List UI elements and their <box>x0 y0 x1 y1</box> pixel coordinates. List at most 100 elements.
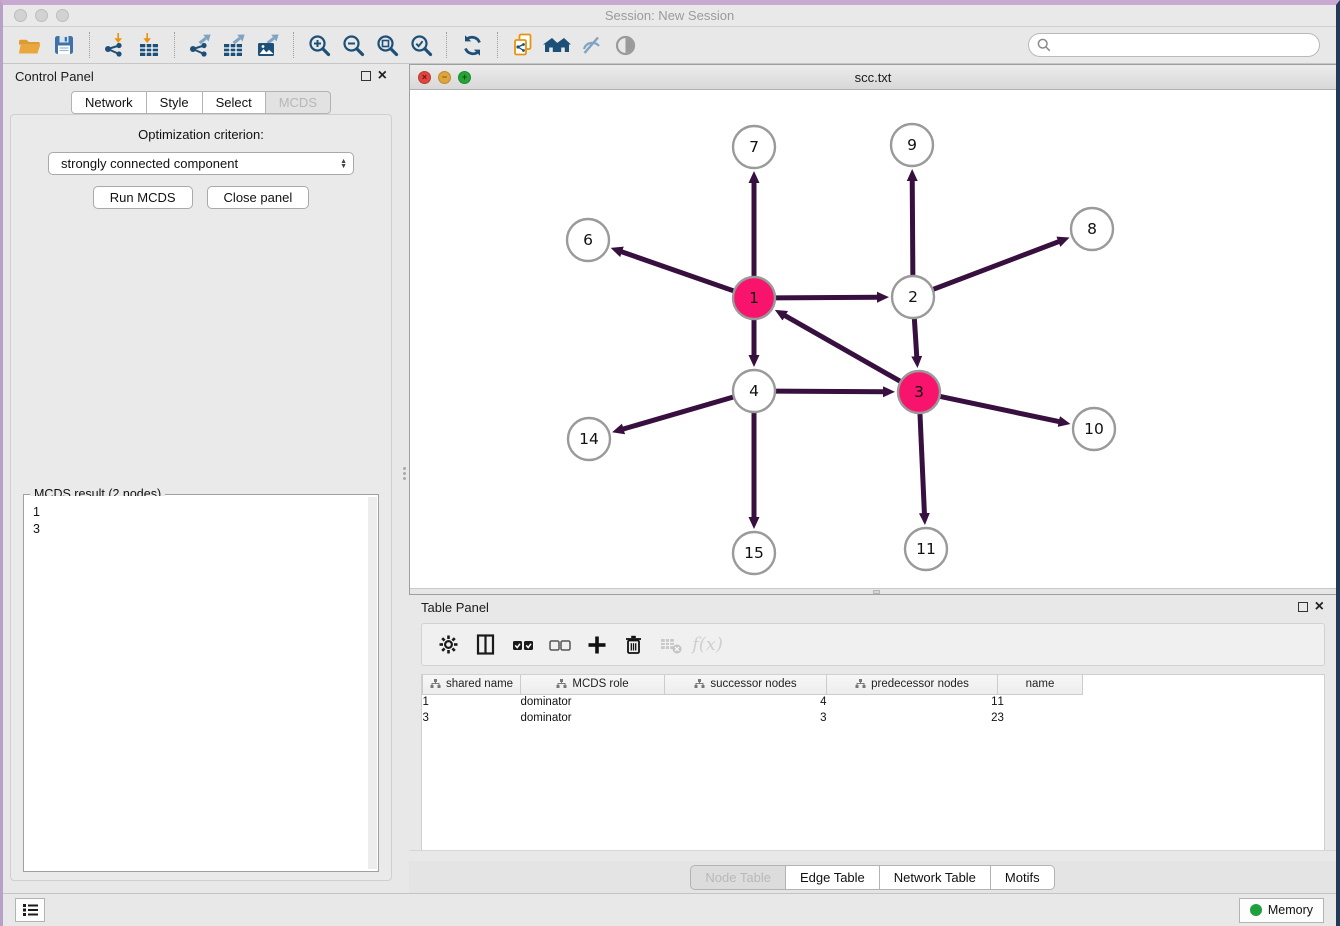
import-network-button[interactable] <box>98 30 132 60</box>
run-mcds-button[interactable]: Run MCDS <box>93 186 193 209</box>
table-cell[interactable]: 3 <box>423 710 521 726</box>
search-input[interactable] <box>1056 38 1311 52</box>
graph-node-7[interactable]: 7 <box>733 126 775 168</box>
graph-edge-3-1[interactable] <box>784 315 901 382</box>
export-table-button[interactable] <box>217 30 251 60</box>
svg-text:3: 3 <box>914 383 924 401</box>
duplicate-network-button[interactable] <box>506 30 540 60</box>
graph-edge-3-11[interactable] <box>920 413 925 515</box>
graph-edge-2-9[interactable] <box>912 179 913 276</box>
contrast-button[interactable] <box>608 30 642 60</box>
zoom-fit-button[interactable] <box>370 30 404 60</box>
sort-column-icon <box>556 679 567 689</box>
table-cell[interactable]: 3 <box>665 710 827 726</box>
graph-node-8[interactable]: 8 <box>1071 208 1113 250</box>
zoom-in-button[interactable] <box>302 30 336 60</box>
graph-edge-3-10[interactable] <box>940 396 1061 422</box>
zoom-selected-button[interactable] <box>404 30 438 60</box>
table-row[interactable]: 1dominator411 <box>423 694 1083 710</box>
column-header-name[interactable]: name <box>998 675 1083 694</box>
table-cell[interactable]: 2 <box>827 710 998 726</box>
table-cell[interactable]: dominator <box>521 694 665 710</box>
graph-node-3[interactable]: 3 <box>898 371 940 413</box>
tab-mcds[interactable]: MCDS <box>266 91 331 114</box>
select-all-button[interactable] <box>504 627 541 663</box>
create-column-button[interactable] <box>578 627 615 663</box>
graph-edge-1-6[interactable] <box>620 251 734 291</box>
tab-node-table[interactable]: Node Table <box>690 865 786 890</box>
tab-network[interactable]: Network <box>71 91 147 114</box>
task-history-button[interactable] <box>15 898 45 922</box>
window-titlebar: Session: New Session <box>3 5 1336 27</box>
float-panel-icon[interactable] <box>1298 602 1308 612</box>
show-columns-button[interactable] <box>467 627 504 663</box>
horizontal-splitter[interactable] <box>410 588 1336 594</box>
status-bar: Memory <box>3 893 1336 926</box>
close-panel-icon[interactable]: × <box>1315 602 1324 612</box>
import-table-button[interactable] <box>132 30 166 60</box>
columns-icon <box>474 633 497 656</box>
tab-select[interactable]: Select <box>203 91 266 114</box>
close-panel-button[interactable]: Close panel <box>207 186 310 209</box>
column-header-predecessor-nodes[interactable]: predecessor nodes <box>827 675 998 694</box>
table-cell[interactable]: dominator <box>521 710 665 726</box>
home-button[interactable] <box>540 30 574 60</box>
control-panel: Control Panel × NetworkStyleSelectMCDS O… <box>3 64 399 893</box>
network-window-titlebar[interactable]: × − + scc.txt <box>410 65 1336 90</box>
tab-style[interactable]: Style <box>147 91 203 114</box>
zoom-out-button[interactable] <box>336 30 370 60</box>
column-header-mcds-role[interactable]: MCDS role <box>521 675 665 694</box>
column-header-shared-name[interactable]: shared name <box>423 675 521 694</box>
graph-node-6[interactable]: 6 <box>567 219 609 261</box>
graph-node-9[interactable]: 9 <box>891 124 933 166</box>
graph-node-10[interactable]: 10 <box>1073 408 1115 450</box>
table-cell[interactable]: 3 <box>998 710 1083 726</box>
table-row[interactable]: 3dominator323 <box>423 710 1083 726</box>
deselect-all-button[interactable] <box>541 627 578 663</box>
column-header-successor-nodes[interactable]: successor nodes <box>665 675 827 694</box>
graph-edge-1-2[interactable] <box>775 297 879 298</box>
refresh-button[interactable] <box>455 30 489 60</box>
graph-node-14[interactable]: 14 <box>568 418 610 460</box>
table-cell[interactable]: 1 <box>827 694 998 710</box>
graph-edge-4-3[interactable] <box>775 391 885 392</box>
close-panel-icon[interactable]: × <box>378 71 387 81</box>
export-network-button[interactable] <box>183 30 217 60</box>
table-settings-button[interactable] <box>430 627 467 663</box>
panel-splitter[interactable] <box>399 64 409 893</box>
network-canvas[interactable]: 7 9 6 8 1 2 4 3 14 10 15 11 <box>410 90 1336 588</box>
tab-network-table[interactable]: Network Table <box>880 865 991 890</box>
delete-table-button[interactable] <box>652 627 689 663</box>
criterion-select[interactable]: strongly connected component ▲▼ <box>48 152 354 175</box>
graph-node-4[interactable]: 4 <box>733 370 775 412</box>
graph-edge-4-14[interactable] <box>622 397 734 430</box>
toolbar-separator <box>497 32 498 58</box>
delete-column-button[interactable] <box>615 627 652 663</box>
table-cell[interactable]: 1 <box>423 694 521 710</box>
graph-edge-2-8[interactable] <box>933 241 1061 289</box>
network-window-title: scc.txt <box>410 70 1336 85</box>
table-cell[interactable]: 1 <box>998 694 1083 710</box>
memory-status-icon <box>1250 904 1262 916</box>
svg-text:14: 14 <box>579 430 599 448</box>
graph-node-1[interactable]: 1 <box>733 277 775 319</box>
save-session-button[interactable] <box>47 30 81 60</box>
graph-edge-2-3[interactable] <box>914 318 917 358</box>
export-image-button[interactable] <box>251 30 285 60</box>
float-panel-icon[interactable] <box>361 71 371 81</box>
toolbar-separator <box>89 32 90 58</box>
apply-function-button[interactable]: f(x) <box>689 627 726 663</box>
tab-edge-table[interactable]: Edge Table <box>786 865 880 890</box>
graph-node-2[interactable]: 2 <box>892 276 934 318</box>
graph-node-11[interactable]: 11 <box>905 528 947 570</box>
search-box[interactable] <box>1028 33 1320 57</box>
graph-node-15[interactable]: 15 <box>733 532 775 574</box>
open-file-button[interactable] <box>13 30 47 60</box>
mcds-result-list[interactable]: 1 3 <box>25 496 377 870</box>
result-scrollbar[interactable] <box>368 497 377 869</box>
graphics-details-button[interactable] <box>574 30 608 60</box>
tab-motifs[interactable]: Motifs <box>991 865 1055 890</box>
table-panel: Table Panel × <box>409 595 1336 893</box>
table-cell[interactable]: 4 <box>665 694 827 710</box>
memory-button[interactable]: Memory <box>1239 898 1324 923</box>
